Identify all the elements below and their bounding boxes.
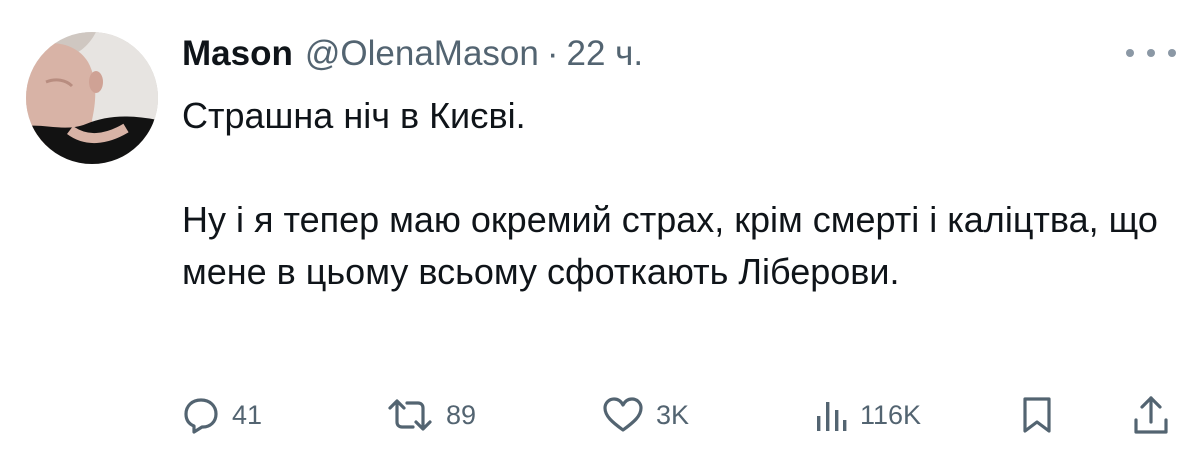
bar-chart-icon (817, 402, 847, 431)
bookmark-button[interactable] (1020, 390, 1054, 440)
views-count: 116K (860, 399, 922, 430)
action-bar: 41 89 3K 116K (182, 390, 1172, 440)
reply-count: 41 (232, 399, 263, 430)
more-dot-icon (1147, 49, 1155, 57)
retweet-count: 89 (446, 399, 477, 430)
retweet-icon (388, 399, 432, 431)
share-icon (1134, 396, 1168, 434)
tweet-text: Страшна ніч в Києві. Ну і я тепер маю ок… (182, 90, 1172, 298)
tweet-header: Mason @OlenaMason · 22 ч. (182, 32, 643, 76)
retweet-button[interactable]: 89 (386, 390, 476, 440)
tweet-paragraph: Страшна ніч в Києві. (182, 95, 526, 136)
heart-icon (603, 397, 643, 432)
avatar-photo (26, 32, 158, 164)
reply-icon (184, 398, 218, 434)
tweet-paragraph: Ну і я тепер маю окремий страх, крім сме… (182, 199, 1158, 292)
reply-button[interactable]: 41 (182, 390, 262, 440)
timestamp[interactable]: 22 ч. (567, 32, 644, 76)
views-button[interactable]: 116K (814, 390, 921, 440)
like-button[interactable]: 3K (602, 390, 689, 440)
tweet-card: Mason @OlenaMason · 22 ч. Страшна ніч в … (0, 0, 1200, 470)
separator-dot: · (546, 34, 559, 73)
more-dot-icon (1126, 49, 1134, 57)
more-dot-icon (1168, 49, 1176, 57)
avatar[interactable] (26, 32, 158, 164)
user-handle[interactable]: @OlenaMason (305, 32, 539, 76)
share-button[interactable] (1132, 390, 1170, 440)
display-name[interactable]: Mason (182, 32, 293, 76)
more-options-button[interactable] (1126, 38, 1176, 68)
like-count: 3K (656, 399, 690, 430)
bookmark-icon (1023, 397, 1051, 433)
